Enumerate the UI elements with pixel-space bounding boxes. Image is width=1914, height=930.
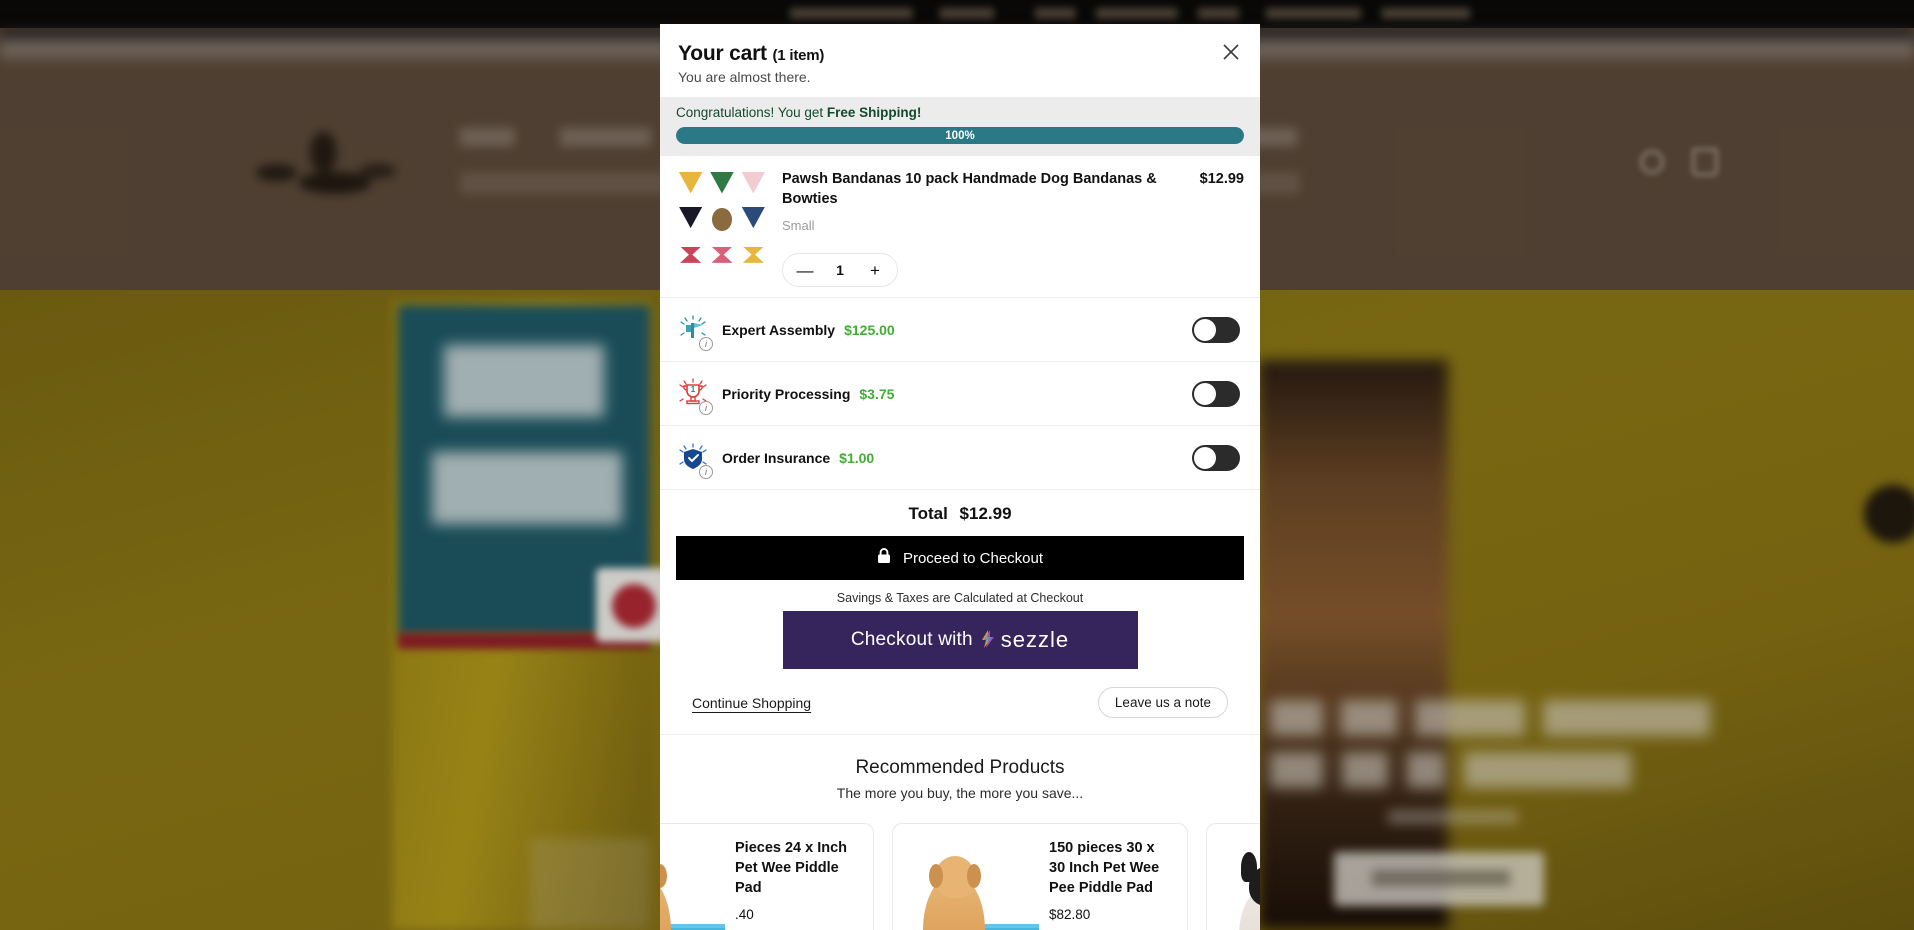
quantity-stepper[interactable]: — 1 + (782, 253, 898, 288)
addon-label-group: Order Insurance $1.00 (722, 450, 1180, 466)
sezzle-prefix-label: Checkout with (850, 629, 973, 651)
addon-name: Priority Processing (722, 385, 851, 402)
sezzle-logo-icon (975, 627, 999, 654)
cart-line-item: Pawsh Bandanas 10 pack Handmade Dog Band… (660, 156, 1260, 297)
total-amount: $12.99 (959, 504, 1012, 524)
recommended-card[interactable]: Pet Wee Pee Piddle Pad $24.60 Add to car… (1206, 823, 1260, 930)
free-shipping-message: Congratulations! You get Free Shipping! (676, 105, 1244, 120)
progress-fill: 100% (676, 127, 1244, 144)
continue-shopping-link[interactable]: Continue Shopping (692, 695, 811, 711)
addon-label-group: Priority Processing $3.75 (722, 386, 1180, 402)
cart-item-count: (1 item) (772, 47, 825, 64)
product-thumbnail[interactable] (676, 170, 768, 272)
recommended-products-section: Recommended Products The more you buy, t… (660, 734, 1260, 930)
free-shipping-progress: Congratulations! You get Free Shipping! … (660, 97, 1260, 156)
addon-toggle-priority-processing[interactable] (1192, 380, 1240, 407)
recommended-subtitle: The more you buy, the more you save... (836, 785, 1084, 802)
cart-footer: Continue Shopping Leave us a note (676, 669, 1244, 734)
line-item-details: Pawsh Bandanas 10 pack Handmade Dog Band… (782, 170, 1244, 288)
leave-note-button[interactable]: Leave us a note (1097, 687, 1228, 719)
addon-name: Expert Assembly (722, 321, 836, 338)
recommended-card-body: 150 pieces 30 x 30 Inch Pet Wee Pee Pidd… (1049, 838, 1173, 930)
addon-price: $1.00 (839, 449, 875, 466)
svg-text:1: 1 (691, 385, 696, 394)
addon-price: $125.00 (844, 321, 895, 338)
sezzle-brand-label: sezzle (1000, 627, 1070, 653)
recommended-product-name: 150 pieces 30 x 30 Inch Pet Wee Pee Pidd… (1049, 840, 1160, 897)
addon-row-expert-assembly[interactable]: i Expert Assembly $125.00 (660, 297, 1260, 361)
recommended-product-image (907, 838, 1039, 930)
cart-scroll-area[interactable]: Pawsh Bandanas 10 pack Handmade Dog Band… (660, 156, 1260, 930)
recommended-carousel[interactable]: Pieces 24 x Inch Pet Wee Piddle Pad .40 … (660, 801, 1260, 930)
recommended-card-body: Pieces 24 x Inch Pet Wee Piddle Pad .40 … (735, 838, 859, 930)
recommended-card[interactable]: Pieces 24 x Inch Pet Wee Piddle Pad .40 … (660, 823, 874, 930)
shipping-message-bold: Free Shipping! (826, 105, 922, 120)
addon-label-group: Expert Assembly $125.00 (722, 322, 1180, 338)
addon-info-icon[interactable]: i (699, 336, 713, 351)
close-icon[interactable] (1218, 39, 1244, 65)
addon-info-icon[interactable]: i (699, 464, 713, 479)
sezzle-checkout-button[interactable]: Checkout with sezzle (782, 611, 1138, 670)
quantity-decrease-button[interactable]: — (787, 254, 823, 286)
page-title: Your cart (1 item) (678, 42, 1234, 66)
addon-row-priority-processing[interactable]: 1 i Priority Processing $3.75 (660, 361, 1260, 425)
addon-row-order-insurance[interactable]: i Order Insurance $1.00 (660, 425, 1260, 489)
proceed-to-checkout-button[interactable]: Proceed to Checkout (676, 536, 1244, 581)
cart-drawer: Your cart (1 item) You are almost there.… (660, 24, 1260, 930)
checkout-button-label: Proceed to Checkout (902, 549, 1044, 567)
cart-total-row: Total $12.99 (676, 504, 1244, 536)
recommended-product-name: Pieces 24 x Inch Pet Wee Piddle Pad (735, 840, 848, 897)
addon-toggle-order-insurance[interactable] (1192, 444, 1240, 471)
quantity-increase-button[interactable]: + (857, 254, 893, 286)
product-title[interactable]: Pawsh Bandanas 10 pack Handmade Dog Band… (782, 170, 1188, 209)
recommended-product-image (660, 838, 725, 930)
cart-header: Your cart (1 item) You are almost there. (660, 24, 1260, 97)
quantity-value: 1 (836, 262, 844, 279)
addon-price: $3.75 (859, 385, 895, 402)
toggle-knob (1194, 318, 1216, 341)
assembly-icon: i (676, 313, 713, 351)
progress-label: 100% (945, 129, 975, 142)
recommended-product-image (1221, 838, 1260, 930)
cart-title-text: Your cart (678, 42, 767, 65)
recommended-title: Recommended Products (855, 757, 1065, 779)
total-label: Total (908, 504, 948, 524)
trophy-icon: 1 i (676, 377, 713, 415)
cart-totals-section: Total $12.99 Proceed to Checkout Savings… (660, 489, 1260, 734)
recommended-card[interactable]: 150 pieces 30 x 30 Inch Pet Wee Pee Pidd… (892, 823, 1188, 930)
recommended-product-price: .40 (735, 907, 754, 923)
cart-subtitle: You are almost there. (678, 69, 811, 85)
shield-check-icon: i (676, 441, 713, 479)
toggle-knob (1194, 446, 1216, 469)
addon-toggle-expert-assembly[interactable] (1192, 316, 1240, 343)
addon-info-icon[interactable]: i (699, 400, 713, 415)
shipping-message-prefix: Congratulations! You get (676, 105, 827, 120)
lock-icon (877, 548, 891, 568)
addon-name: Order Insurance (722, 449, 831, 466)
taxes-note: Savings & Taxes are Calculated at Checko… (836, 591, 1084, 606)
product-price: $12.99 (1199, 171, 1244, 187)
toggle-knob (1194, 382, 1216, 405)
product-variant: Small (782, 218, 815, 234)
progress-track: 100% (676, 127, 1244, 144)
recommended-product-price: $82.80 (1049, 907, 1091, 923)
